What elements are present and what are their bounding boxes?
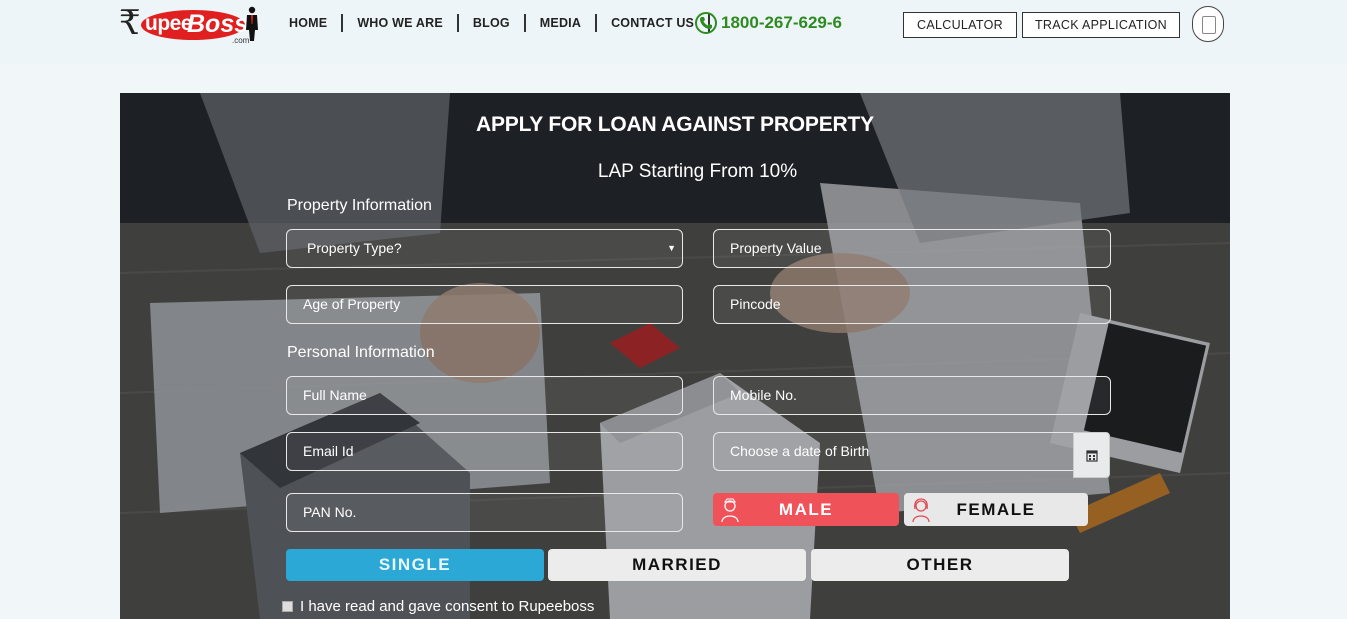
email-input[interactable]: Email Id — [286, 432, 683, 471]
gender-male-label: MALE — [778, 499, 834, 519]
rupeeboss-logo[interactable]: ₹ upee Boss .com — [119, 3, 261, 45]
consent-checkbox[interactable] — [282, 601, 293, 612]
phone-icon — [695, 12, 717, 34]
main-nav: HOME WHO WE ARE BLOG MEDIA CONTACT US — [289, 14, 711, 32]
logo-text-accent: Boss — [187, 10, 249, 38]
mobile-input[interactable]: Mobile No. — [713, 376, 1111, 415]
rupee-symbol: ₹ — [119, 3, 141, 43]
marital-other-button[interactable]: OTHER — [811, 549, 1069, 581]
dropdown-arrow-icon: ▼ — [667, 243, 676, 253]
calendar-icon — [1086, 450, 1098, 462]
form-subtitle: LAP Starting From 10% — [597, 161, 798, 182]
nav-blog[interactable]: BLOG — [459, 14, 526, 32]
calendar-button[interactable] — [1073, 432, 1110, 478]
gender-female-label: FEMALE — [956, 499, 1036, 519]
female-avatar-icon — [912, 498, 930, 523]
businessman-icon — [246, 6, 258, 41]
nav-media[interactable]: MEDIA — [526, 14, 598, 32]
nav-who-we-are[interactable]: WHO WE ARE — [343, 14, 459, 32]
marital-married-button[interactable]: MARRIED — [548, 549, 806, 581]
marital-single-button[interactable]: SINGLE — [286, 549, 544, 581]
gender-female-button[interactable]: FEMALE — [904, 493, 1088, 526]
property-value-input[interactable]: Property Value — [713, 229, 1111, 268]
nav-contact-us[interactable]: CONTACT US — [597, 14, 711, 32]
logo-text-main: upee — [145, 12, 193, 35]
calculator-button[interactable]: CALCULATOR — [903, 12, 1017, 38]
consent-row: I have read and gave consent to Rupeebos… — [282, 598, 594, 615]
dob-input[interactable]: Choose a date of Birth — [713, 432, 1075, 471]
phone-number: 1800-267-629-6 — [721, 13, 842, 32]
mobile-menu-icon — [1202, 16, 1216, 34]
full-name-input[interactable]: Full Name — [286, 376, 683, 415]
nav-home[interactable]: HOME — [289, 14, 344, 32]
pan-input[interactable]: PAN No. — [286, 493, 683, 532]
consent-label: I have read and gave consent to Rupeebos… — [300, 598, 595, 615]
gender-male-button[interactable]: MALE — [713, 493, 899, 526]
personal-section-heading: Personal Information — [287, 344, 435, 361]
property-section-heading: Property Information — [287, 197, 432, 214]
property-type-placeholder: Property Type? — [307, 240, 402, 256]
pincode-input[interactable]: Pincode — [713, 285, 1111, 324]
property-type-select[interactable]: Property Type? ▼ — [286, 229, 683, 268]
site-header: ₹ upee Boss .com HOME WHO WE ARE BLOG ME… — [0, 0, 1347, 64]
phone-number-link[interactable]: 1800-267-629-6 — [695, 12, 842, 34]
form-title: APPLY FOR LOAN AGAINST PROPERTY — [476, 113, 874, 136]
loan-form-hero: APPLY FOR LOAN AGAINST PROPERTY LAP Star… — [120, 93, 1230, 619]
male-avatar-icon — [721, 498, 739, 523]
property-age-input[interactable]: Age of Property — [286, 285, 683, 324]
mobile-menu-button[interactable] — [1192, 6, 1224, 42]
track-application-button[interactable]: TRACK APPLICATION — [1022, 12, 1180, 38]
